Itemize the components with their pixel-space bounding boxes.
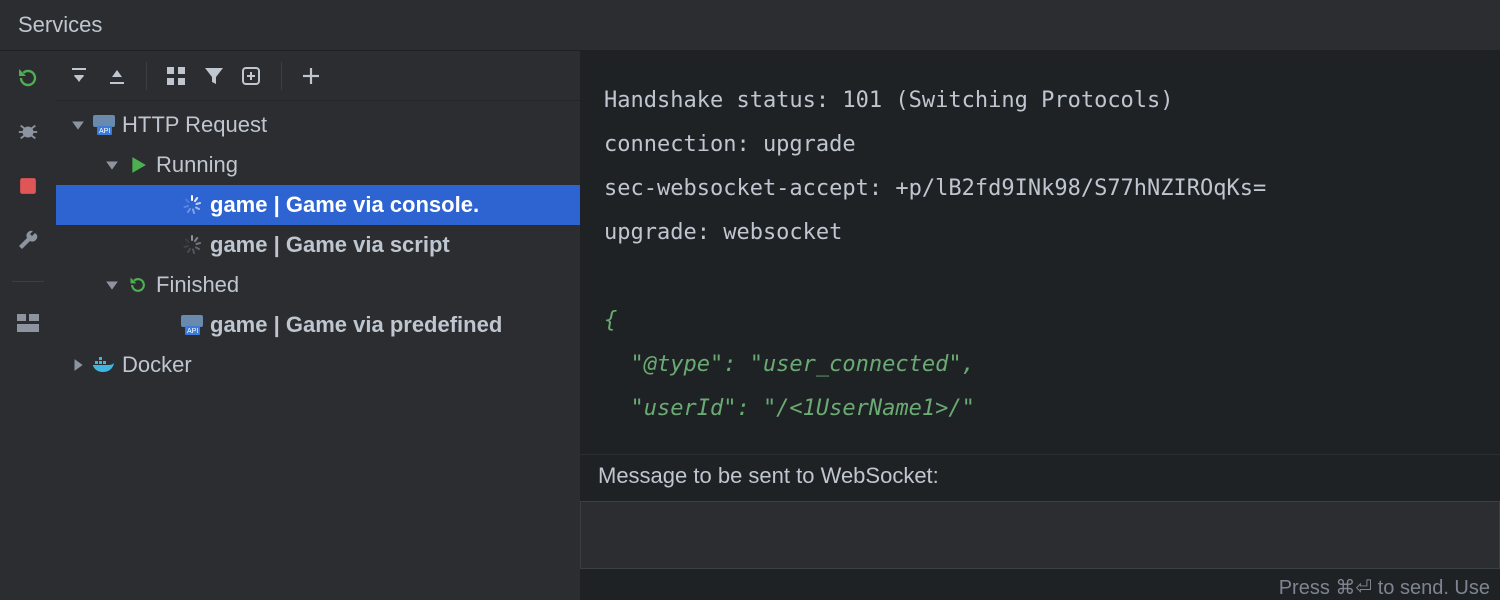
api-icon: API bbox=[92, 113, 116, 137]
node-label: Docker bbox=[122, 352, 192, 378]
rerun-icon bbox=[126, 273, 150, 297]
tree-node-http-request[interactable]: API HTTP Request bbox=[56, 105, 580, 145]
tree-node-game-console[interactable]: game | Game via console. bbox=[56, 185, 580, 225]
chevron-down-icon[interactable] bbox=[68, 118, 88, 132]
wrench-icon[interactable] bbox=[15, 227, 41, 253]
svg-text:API: API bbox=[187, 328, 198, 335]
service-tree-panel: API HTTP Request Running bbox=[56, 51, 580, 600]
tree-node-finished[interactable]: Finished bbox=[56, 265, 580, 305]
service-tree[interactable]: API HTTP Request Running bbox=[56, 101, 580, 600]
filter-icon[interactable] bbox=[199, 61, 229, 91]
output-panel: Handshake status: 101 (Switching Protoco… bbox=[580, 51, 1500, 600]
layout-icon[interactable] bbox=[15, 310, 41, 336]
stop-icon[interactable] bbox=[15, 173, 41, 199]
tree-node-docker[interactable]: Docker bbox=[56, 345, 580, 385]
tree-toolbar bbox=[56, 51, 580, 101]
send-hint: Press ⌘⏎ to send. Use bbox=[580, 569, 1500, 600]
node-label: game | Game via predefined bbox=[210, 312, 502, 338]
api-icon: API bbox=[180, 313, 204, 337]
play-icon bbox=[126, 153, 150, 177]
rerun-icon[interactable] bbox=[15, 65, 41, 91]
chevron-right-icon[interactable] bbox=[68, 358, 88, 372]
svg-text:API: API bbox=[99, 128, 110, 135]
spinner-icon bbox=[180, 193, 204, 217]
docker-icon bbox=[92, 353, 116, 377]
node-label: Running bbox=[156, 152, 238, 178]
group-icon[interactable] bbox=[161, 61, 191, 91]
node-label: HTTP Request bbox=[122, 112, 267, 138]
websocket-message-input[interactable] bbox=[580, 501, 1500, 569]
bug-icon[interactable] bbox=[15, 119, 41, 145]
add-icon[interactable] bbox=[296, 61, 326, 91]
panel-title: Services bbox=[0, 0, 1500, 51]
expand-all-icon[interactable] bbox=[102, 61, 132, 91]
chevron-down-icon[interactable] bbox=[102, 278, 122, 292]
node-label: Finished bbox=[156, 272, 239, 298]
tree-node-game-predefined[interactable]: API game | Game via predefined bbox=[56, 305, 580, 345]
node-label: game | Game via script bbox=[210, 232, 450, 258]
node-label: game | Game via console. bbox=[210, 192, 479, 218]
tree-node-running[interactable]: Running bbox=[56, 145, 580, 185]
open-new-tab-icon[interactable] bbox=[237, 61, 267, 91]
chevron-down-icon[interactable] bbox=[102, 158, 122, 172]
left-icon-rail bbox=[0, 51, 56, 600]
response-output[interactable]: Handshake status: 101 (Switching Protoco… bbox=[580, 51, 1500, 454]
tree-node-game-script[interactable]: game | Game via script bbox=[56, 225, 580, 265]
collapse-all-icon[interactable] bbox=[64, 61, 94, 91]
message-input-label: Message to be sent to WebSocket: bbox=[580, 454, 1500, 497]
spinner-icon bbox=[180, 233, 204, 257]
